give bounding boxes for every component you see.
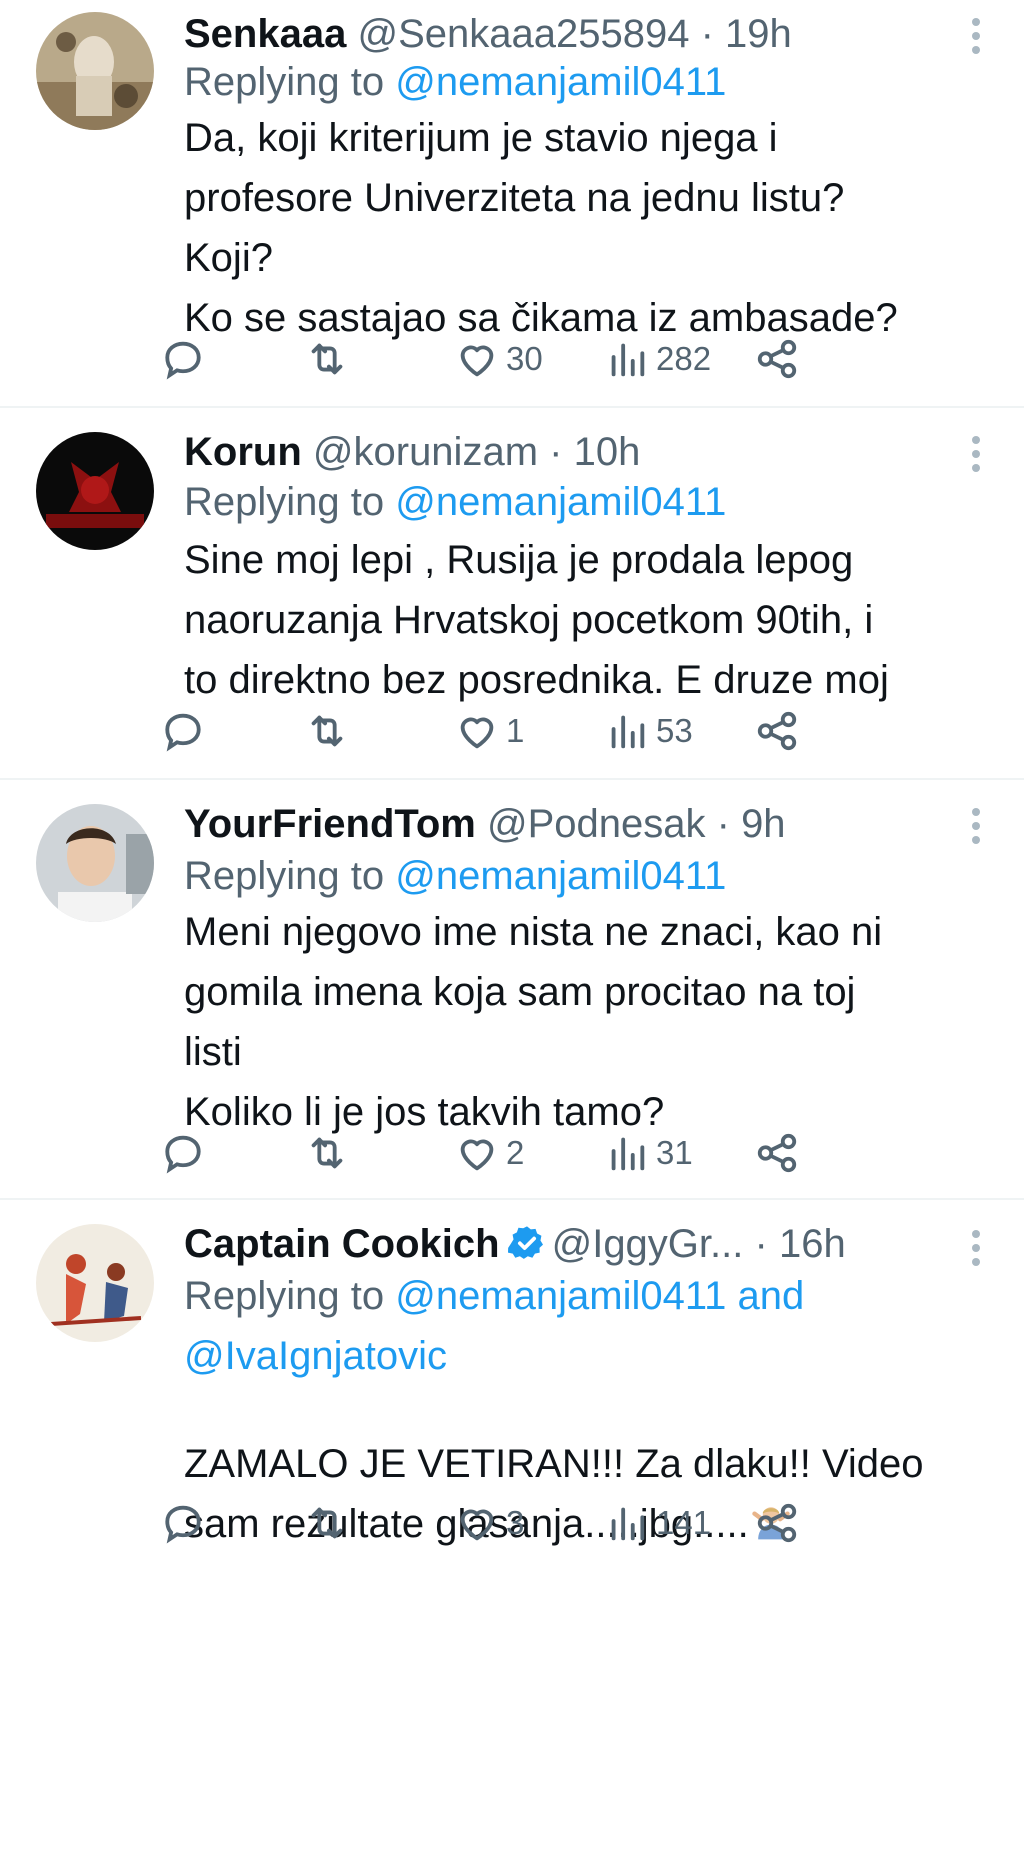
separator: · [754,1222,768,1266]
replying-to: Replying to @nemanjamil0411 [184,472,984,532]
mention-link[interactable]: @nemanjamil0411 [395,854,726,898]
views-button[interactable]: 31 [604,1128,693,1178]
tweet-text: Meni njegovo ime nista ne znaci, kao ni … [184,910,883,1134]
retweet-button[interactable] [304,1498,350,1548]
timestamp[interactable]: 10h [574,430,641,474]
tweet-text: Sine moj lepi , Rusija je prodala lepog … [184,538,889,702]
reply-button[interactable] [160,706,206,756]
tweet-actions: 2 31 [165,1128,984,1178]
views-count: 141 [656,1504,712,1541]
more-icon[interactable] [968,804,984,852]
views-button[interactable]: 53 [604,706,693,756]
avatar[interactable] [36,432,154,550]
reply-icon [165,341,201,380]
timestamp[interactable]: 9h [741,802,786,846]
views-button[interactable]: 141 [604,1498,711,1548]
tweet-header: Senkaaa @Senkaaa255894 · 19h [184,10,984,58]
retweet-icon [311,1507,343,1539]
mention-link[interactable]: @nemanjamil0411 [395,60,726,104]
views-button[interactable]: 282 [604,334,711,384]
reply-button[interactable] [160,334,206,384]
display-name[interactable]: Senkaaa [184,12,346,56]
timestamp[interactable]: 16h [779,1222,846,1266]
like-button[interactable]: 2 [454,1128,524,1178]
share-button[interactable] [754,706,800,756]
replying-label: Replying to [184,1274,385,1318]
display-name[interactable]: YourFriendTom [184,802,476,846]
separator: · [549,430,563,474]
share-button[interactable] [754,334,800,384]
like-icon [460,1509,494,1541]
retweet-button[interactable] [304,1128,350,1178]
tweet[interactable]: YourFriendTom @Podnesak · 9h Replying to… [0,780,1024,1200]
views-icon [611,715,645,749]
retweet-icon [311,715,343,747]
tweet-header: YourFriendTom @Podnesak · 9h [184,800,984,848]
avatar[interactable] [36,804,154,922]
replying-to: Replying to @nemanjamil0411 [184,846,984,906]
share-icon [757,1503,797,1543]
share-icon [757,339,797,379]
like-count: 3 [506,1504,525,1541]
views-count: 31 [656,1134,693,1171]
replying-and: and [737,1274,805,1318]
tweet[interactable]: Senkaaa @Senkaaa255894 · 19h Replying to… [0,0,1024,408]
reply-icon [165,1505,201,1544]
views-icon [611,343,645,377]
like-icon [460,1139,494,1171]
like-count: 1 [506,712,525,749]
reply-icon [165,1135,201,1174]
views-count: 282 [656,340,712,377]
mention-link[interactable]: @nemanjamil0411 [395,1274,726,1318]
share-icon [757,711,797,751]
replying-label: Replying to [184,60,385,104]
avatar[interactable] [36,12,154,130]
like-count: 30 [506,340,543,377]
avatar[interactable] [36,1224,154,1342]
replying-to: Replying to @nemanjamil0411 [184,52,984,112]
like-icon [460,717,494,749]
tweet-header: Korun @korunizam · 10h [184,428,984,476]
retweet-button[interactable] [304,334,350,384]
tweet-actions: 1 53 [165,706,984,756]
share-icon [757,1133,797,1173]
mention-link[interactable]: @nemanjamil0411 [395,480,726,524]
retweet-icon [311,343,343,375]
tweet[interactable]: Korun @korunizam · 10h Replying to @nema… [0,408,1024,780]
like-button[interactable]: 3 [454,1498,524,1548]
views-icon [611,1137,645,1171]
share-button[interactable] [754,1498,800,1548]
like-count: 2 [506,1134,525,1171]
reply-button[interactable] [160,1128,206,1178]
tweet-header: Captain Cookich @IggyGr... · 16h [184,1220,984,1268]
tweet[interactable]: Captain Cookich @IggyGr... · 16h Replying… [0,1200,1024,1865]
replying-to: Replying to @nemanjamil0411 and @IvaIgnj… [184,1266,984,1386]
reply-button[interactable] [160,1498,206,1548]
views-icon [611,1507,645,1541]
user-handle[interactable]: @Podnesak [487,802,706,846]
retweet-icon [311,1137,343,1169]
retweet-button[interactable] [304,706,350,756]
like-button[interactable]: 30 [454,334,543,384]
user-handle[interactable]: @Senkaaa255894 [357,12,689,56]
tweet-actions: 3 141 [165,1498,984,1548]
views-count: 53 [656,712,693,749]
replying-label: Replying to [184,854,385,898]
share-button[interactable] [754,1128,800,1178]
like-icon [460,345,494,377]
user-handle[interactable]: @IggyGr... [552,1222,744,1266]
tweet-text: Da, koji kriterijum je stavio njega i pr… [184,116,898,340]
display-name[interactable]: Captain Cookich [184,1222,500,1266]
timestamp[interactable]: 19h [725,12,792,56]
tweet-actions: 30 282 [165,334,984,384]
verified-badge-icon [507,1226,543,1259]
user-handle[interactable]: @korunizam [313,430,538,474]
replying-label: Replying to [184,480,385,524]
separator: · [716,802,730,846]
mention-link-2[interactable]: @IvaIgnjatovic [184,1334,447,1378]
separator: · [700,12,714,56]
reply-icon [165,713,201,752]
like-button[interactable]: 1 [454,706,524,756]
display-name[interactable]: Korun [184,430,302,474]
